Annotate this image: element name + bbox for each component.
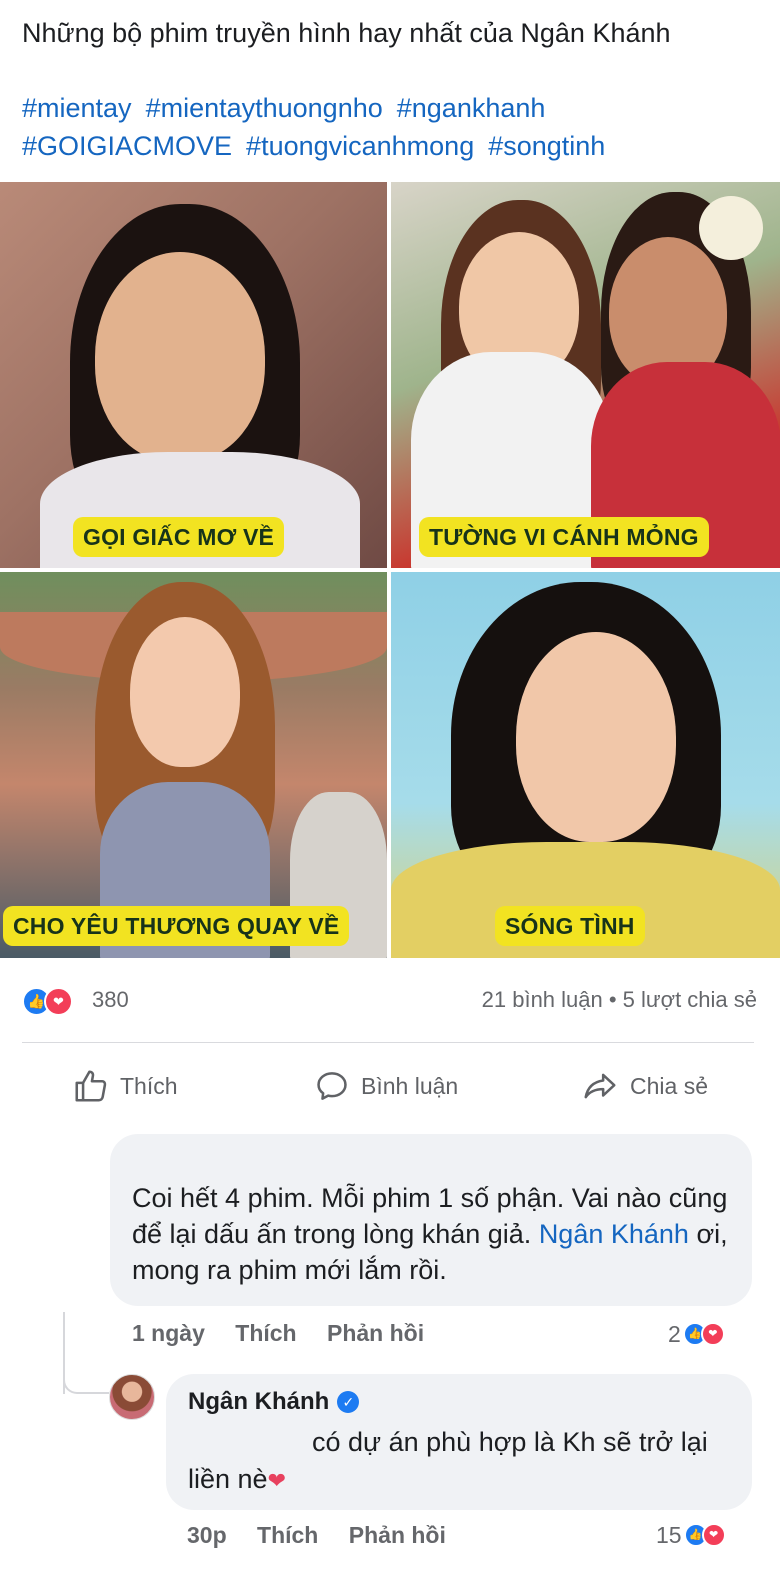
reply-author[interactable]: Ngân Khánh ✓ <box>188 1388 732 1416</box>
photo-caption: GỌI GIẤC MƠ VỀ <box>73 517 285 557</box>
reply-like-button[interactable]: Thích <box>257 1522 318 1548</box>
comment-label: Bình luận <box>361 1072 459 1099</box>
comment-reply-button[interactable]: Phản hồi <box>327 1320 424 1346</box>
share-arrow-icon <box>584 1073 616 1099</box>
verified-badge-icon: ✓ <box>337 1391 360 1413</box>
thumbs-up-icon <box>75 1070 107 1102</box>
comment-time[interactable]: 1 ngày <box>132 1320 205 1346</box>
reaction-icons: 👍 ❤ <box>22 987 82 1017</box>
reply-text-content: có dự án phù hợp là Kh sẽ trở lại liền n… <box>188 1427 708 1494</box>
photo-figure <box>95 252 265 462</box>
love-reaction-icon: ❤ <box>701 1523 726 1547</box>
photo-grid[interactable]: GỌI GIẤC MƠ VỀ TƯỜNG VI CÁNH MỎNG CHO YÊ… <box>0 182 780 958</box>
reaction-count[interactable]: 380 <box>92 987 129 1013</box>
comment-share-stats[interactable]: 21 bình luận • 5 lượt chia sẻ <box>482 987 757 1013</box>
hashtag-link[interactable]: #mientay <box>22 93 132 123</box>
reply-time[interactable]: 30p <box>187 1522 227 1548</box>
reply-thread-connector <box>63 1370 109 1394</box>
comment-reactions[interactable]: 2 👍 ❤ <box>668 1320 725 1348</box>
comment-text: Coi hết 4 phim. Mỗi phim 1 số phận. Vai … <box>132 1180 730 1288</box>
photo-caption: SÓNG TÌNH <box>495 906 645 946</box>
like-label: Thích <box>120 1072 178 1099</box>
mention-link[interactable]: Ngân Khánh <box>539 1219 689 1249</box>
photo-goi-giac-mo-ve[interactable]: GỌI GIẤC MƠ VỀ <box>0 182 387 568</box>
love-reaction-icon: ❤ <box>700 1322 725 1346</box>
heart-emoji-icon: ❤ <box>267 1468 287 1493</box>
divider <box>22 1042 754 1043</box>
hashtag-link[interactable]: #GOIGIACMOVE <box>22 131 232 161</box>
share-button[interactable]: Chia sẻ <box>580 1062 708 1110</box>
comment-button[interactable]: Bình luận <box>313 1062 458 1110</box>
love-reaction-icon: ❤ <box>44 987 73 1016</box>
photo-caption: TƯỜNG VI CÁNH MỎNG <box>419 517 709 557</box>
sticker-circle <box>699 196 763 260</box>
post-text: Những bộ phim truyền hình hay nhất của N… <box>22 18 671 48</box>
hashtag-link[interactable]: #tuongvicanhmong <box>246 131 474 161</box>
avatar[interactable] <box>109 1374 155 1420</box>
share-label: Chia sẻ <box>630 1072 708 1099</box>
like-button[interactable]: Thích <box>72 1062 178 1110</box>
hashtag-list: #mientay #mientaythuongnho #ngankhanh #GOI… <box>22 89 762 165</box>
reply-reactions[interactable]: 15 👍 ❤ <box>656 1521 726 1549</box>
reply-bubble[interactable]: Ngân Khánh ✓ có dự án phù hợp là Kh sẽ tr… <box>166 1374 752 1510</box>
comment-meta: 1 ngày Thích Phản hồi <box>132 1320 448 1347</box>
photo-cho-yeu-thuong-quay-ve[interactable]: CHO YÊU THƯƠNG QUAY VỀ <box>0 572 387 958</box>
reply-text: có dự án phù hợp là Kh sẽ trở lại liền n… <box>188 1424 732 1499</box>
comment-like-button[interactable]: Thích <box>235 1320 296 1346</box>
reply-reply-button[interactable]: Phản hồi <box>349 1522 446 1548</box>
comment-bubble[interactable]: Coi hết 4 phim. Mỗi phim 1 số phận. Vai … <box>110 1134 752 1306</box>
hashtag-link[interactable]: #mientaythuongnho <box>146 93 383 123</box>
reaction-summary[interactable]: 👍 ❤ 380 21 bình luận • 5 lượt chia sẻ <box>22 985 757 1017</box>
photo-caption: CHO YÊU THƯƠNG QUAY VỀ <box>3 906 350 946</box>
photo-figure <box>130 617 240 767</box>
post-action-bar: Thích Bình luận Chia sẻ <box>0 1062 780 1112</box>
reply-meta: 30p Thích Phản hồi <box>187 1522 470 1549</box>
hashtag-link[interactable]: #songtinh <box>488 131 605 161</box>
reply-author-name: Ngân Khánh <box>188 1388 330 1415</box>
hashtag-link[interactable]: #ngankhanh <box>397 93 546 123</box>
reply-reaction-count: 15 <box>656 1521 682 1548</box>
comment-reaction-count: 2 <box>668 1320 681 1347</box>
photo-song-tinh[interactable]: SÓNG TÌNH <box>391 572 780 958</box>
photo-figure <box>516 632 676 842</box>
comment-bubble-icon <box>317 1072 347 1100</box>
photo-tuong-vi-canh-mong[interactable]: TƯỜNG VI CÁNH MỎNG <box>391 182 780 568</box>
